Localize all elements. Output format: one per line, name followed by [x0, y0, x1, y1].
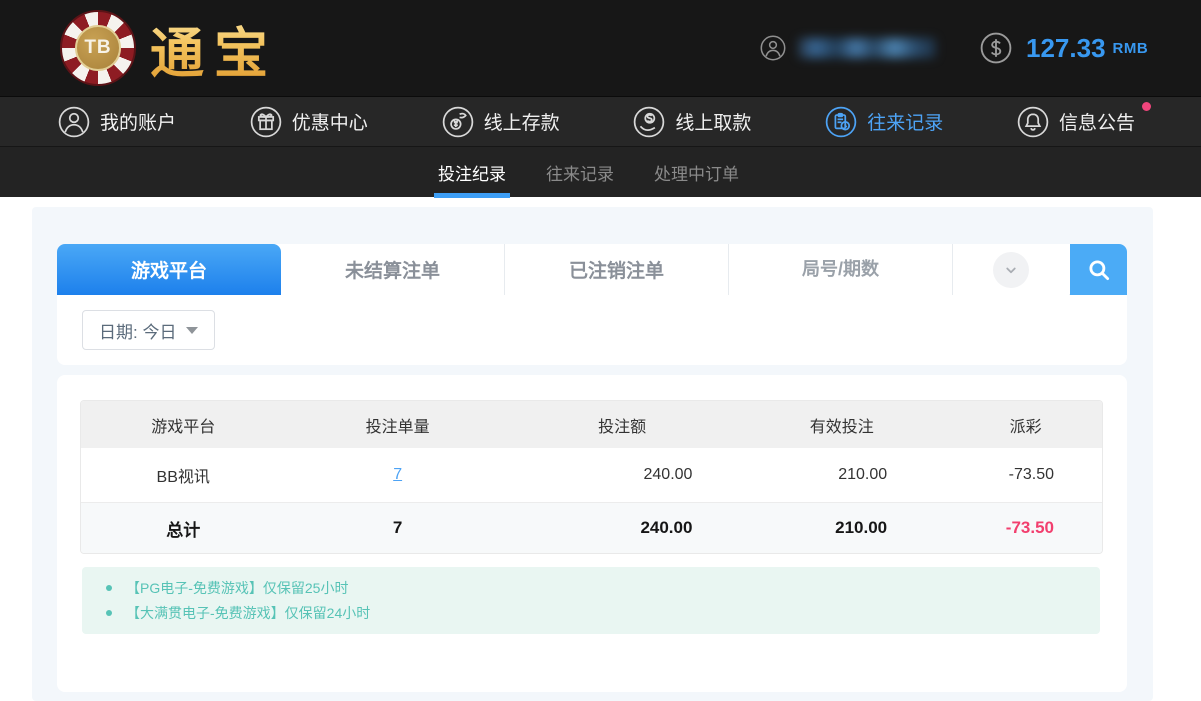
note-item: 【大满贯电子-免费游戏】仅保留24小时 [82, 600, 1100, 625]
total-label: 总计 [81, 503, 285, 553]
nav-label: 往来记录 [867, 108, 943, 135]
note-text: 【大满贯电子-免费游戏】仅保留24小时 [126, 603, 370, 623]
chevron-down-icon [1002, 261, 1020, 279]
cell-payout: -73.50 [949, 448, 1102, 503]
total-valid-bet: 210.00 [734, 503, 949, 553]
nav-label: 优惠中心 [292, 108, 368, 135]
bullet-icon [106, 610, 112, 616]
round-number-input[interactable] [729, 244, 953, 295]
balance-area[interactable]: 127.33 RMB [980, 0, 1148, 96]
col-header-payout: 派彩 [949, 401, 1102, 448]
filter-dropdown[interactable] [953, 244, 1069, 295]
dropdown-circle [993, 252, 1029, 288]
table-row: BB视讯 7 240.00 210.00 -73.50 [81, 448, 1102, 503]
nav-item-announcements[interactable]: 信息公告 [1017, 106, 1135, 138]
total-payout: -73.50 [949, 503, 1102, 553]
bet-summary-table: 游戏平台 投注单量 投注额 有效投注 派彩 BB视讯 7 240.00 210.… [80, 400, 1103, 554]
user-account-area[interactable] [760, 0, 936, 96]
nav-label: 线上取款 [675, 108, 751, 135]
search-icon [1086, 257, 1112, 283]
user-icon [58, 106, 90, 138]
brand-name: 通宝 [150, 9, 278, 88]
tab-game-platform[interactable]: 游戏平台 [57, 244, 281, 295]
cell-valid-bet: 210.00 [734, 448, 949, 503]
casino-chip-logo-icon: TB [60, 10, 136, 86]
caret-down-icon [186, 327, 198, 334]
total-bet-amount: 240.00 [510, 503, 735, 553]
filter-tab-row: 游戏平台 未结算注单 已注销注单 [57, 244, 1127, 295]
withdraw-icon [633, 106, 665, 138]
balance-currency: RMB [1113, 40, 1149, 57]
tab-label: 未结算注单 [345, 256, 440, 283]
results-card: 游戏平台 投注单量 投注额 有效投注 派彩 BB视讯 7 240.00 210.… [57, 375, 1127, 692]
subnav-tab-bet-records[interactable]: 投注纪录 [438, 147, 506, 198]
tab-cancelled-bets[interactable]: 已注销注单 [505, 244, 729, 295]
table-header-row: 游戏平台 投注单量 投注额 有效投注 派彩 [81, 401, 1102, 448]
table-total-row: 总计 7 240.00 210.00 -73.50 [81, 503, 1102, 553]
cell-bet-amount: 240.00 [510, 448, 735, 503]
nav-label: 我的账户 [100, 108, 176, 135]
note-item: 【PG电子-免费游戏】仅保留25小时 [82, 575, 1100, 600]
subnav-tab-pending-orders[interactable]: 处理中订单 [654, 147, 739, 198]
tab-label: 游戏平台 [131, 256, 207, 283]
deposit-icon [442, 106, 474, 138]
records-icon [825, 106, 857, 138]
col-header-platform: 游戏平台 [81, 401, 285, 448]
col-header-bet-amount: 投注额 [510, 401, 735, 448]
logo-badge: TB [75, 25, 121, 71]
tab-unsettled-bets[interactable]: 未结算注单 [281, 244, 505, 295]
search-button[interactable] [1070, 244, 1127, 295]
brand-logo[interactable]: TB 通宝 [60, 8, 278, 88]
username-blurred [798, 38, 936, 58]
nav-item-my-account[interactable]: 我的账户 [58, 106, 176, 138]
nav-label: 信息公告 [1059, 108, 1135, 135]
date-filter-button[interactable]: 日期: 今日 [82, 310, 215, 350]
top-header: TB 通宝 127.33 RMB [0, 0, 1201, 96]
nav-label: 线上存款 [484, 108, 560, 135]
nav-item-withdraw[interactable]: 线上取款 [633, 106, 751, 138]
sub-nav: 投注纪录 往来记录 处理中订单 [0, 146, 1201, 197]
tab-label: 已注销注单 [569, 256, 664, 283]
nav-item-promotions[interactable]: 优惠中心 [250, 106, 368, 138]
bet-count-link[interactable]: 7 [393, 466, 402, 483]
date-filter-label: 日期: 今日 [99, 318, 176, 343]
subnav-label: 往来记录 [546, 160, 614, 185]
total-bet-count: 7 [285, 503, 509, 553]
nav-item-transaction-records[interactable]: 往来记录 [825, 106, 943, 138]
col-header-valid-bet: 有效投注 [734, 401, 949, 448]
notification-dot [1142, 102, 1151, 111]
gift-icon [250, 106, 282, 138]
dollar-coin-icon [980, 32, 1012, 64]
filter-card: 游戏平台 未结算注单 已注销注单 日期: 今日 [57, 244, 1127, 365]
cell-platform: BB视讯 [81, 448, 285, 503]
col-header-bet-count: 投注单量 [285, 401, 509, 448]
main-nav: 我的账户 优惠中心 线上存款 线上取款 [0, 96, 1201, 146]
bell-icon [1017, 106, 1049, 138]
retention-notes: 【PG电子-免费游戏】仅保留25小时 【大满贯电子-免费游戏】仅保留24小时 [82, 567, 1100, 634]
nav-item-deposit[interactable]: 线上存款 [442, 106, 560, 138]
note-text: 【PG电子-免费游戏】仅保留25小时 [126, 578, 348, 598]
subnav-label: 投注纪录 [438, 160, 506, 185]
bullet-icon [106, 585, 112, 591]
user-icon [760, 35, 786, 61]
balance-amount: 127.33 [1026, 33, 1106, 64]
subnav-tab-transaction-records[interactable]: 往来记录 [546, 147, 614, 198]
subnav-label: 处理中订单 [654, 160, 739, 185]
